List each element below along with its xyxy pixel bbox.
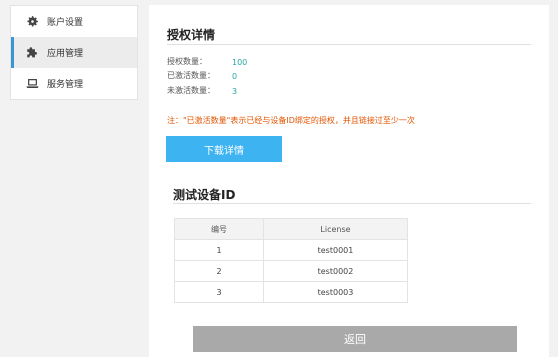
download-details-button[interactable]: 下载详情 — [166, 136, 282, 162]
sidebar-item-label: 服务管理 — [47, 80, 84, 90]
row-license: test0003 — [263, 281, 408, 303]
stat-value-activated: 0 — [232, 72, 238, 81]
table-header-row: 编号 License — [174, 218, 408, 240]
table-row: 1 test0001 — [174, 239, 408, 261]
sidebar-item-account-settings[interactable]: 账户设置 — [11, 6, 137, 37]
title-divider — [167, 44, 531, 45]
row-license: test0001 — [263, 239, 408, 261]
stat-value-total: 100 — [232, 58, 248, 67]
row-number: 1 — [174, 239, 264, 261]
device-section-divider — [173, 203, 531, 204]
stat-label-inactive: 未激活数量： — [167, 86, 215, 95]
laptop-icon — [25, 77, 39, 91]
stat-value-inactive: 3 — [232, 87, 238, 96]
gear-icon — [25, 15, 39, 29]
puzzle-icon — [25, 46, 39, 60]
activation-note: 注："已激活数量"表示已经与设备ID绑定的授权，并且链接过至少一次 — [167, 116, 415, 125]
row-license: test0002 — [263, 260, 408, 282]
sidebar-item-service-management[interactable]: 服务管理 — [11, 68, 137, 99]
sidebar-item-app-management[interactable]: 应用管理 — [11, 37, 137, 68]
row-number: 2 — [174, 260, 264, 282]
column-header-license: License — [263, 218, 408, 240]
table-row: 2 test0002 — [174, 260, 408, 282]
stat-label-total: 授权数量： — [167, 57, 207, 66]
device-table: 编号 License 1 test0001 2 test0002 3 test0… — [174, 218, 408, 303]
sidebar-nav: 账户设置 应用管理 服务管理 — [10, 5, 138, 100]
sidebar-item-label: 账户设置 — [47, 18, 84, 28]
stat-label-activated: 已激活数量： — [167, 71, 215, 80]
page-title: 授权详情 — [167, 28, 216, 42]
main-panel: 授权详情 授权数量： 100 已激活数量： 0 未激活数量： 3 注："已激活数… — [149, 5, 549, 357]
device-section-title: 测试设备ID — [173, 188, 236, 202]
table-row: 3 test0003 — [174, 281, 408, 303]
row-number: 3 — [174, 281, 264, 303]
sidebar-item-label: 应用管理 — [47, 49, 84, 59]
column-header-number: 编号 — [174, 218, 264, 240]
back-button[interactable]: 返回 — [193, 326, 517, 352]
